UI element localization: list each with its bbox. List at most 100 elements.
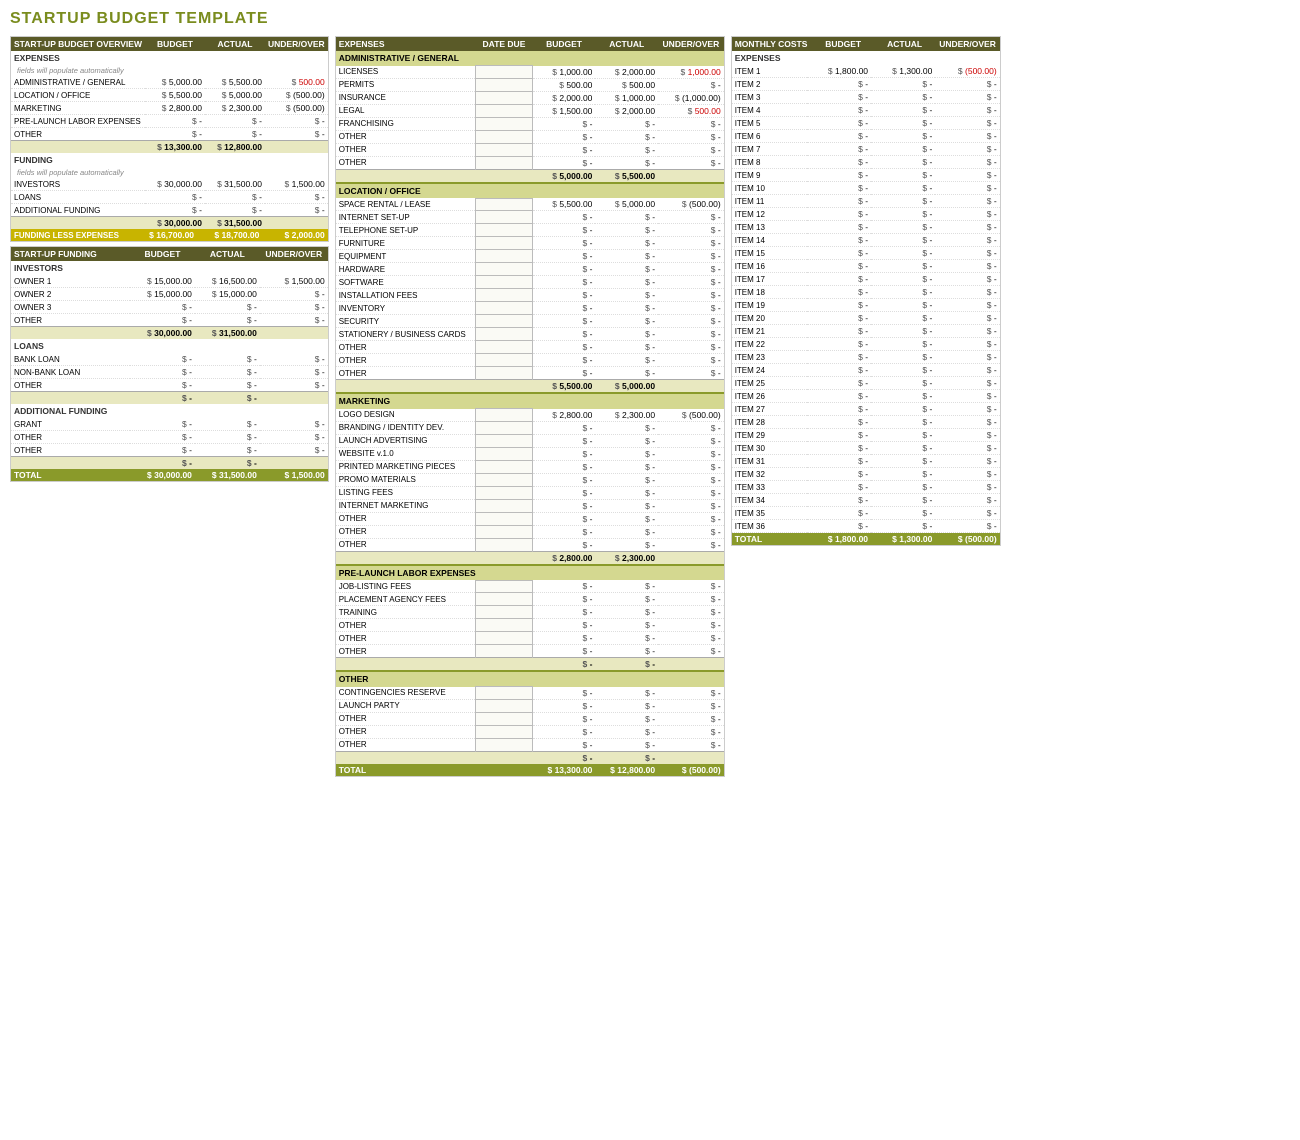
table-row: ITEM 27 $ - $ - $ - [732, 403, 1000, 416]
table-row: OTHER $ - $ - $ - [336, 538, 724, 551]
table-row: INVENTORY $ - $ - $ - [336, 302, 724, 315]
table-row: LOANS $ - $ - $ - [11, 191, 328, 204]
table-row: OTHER $ - $ - $ - [336, 341, 724, 354]
table-row: OTHER $ - $ - $ - [11, 444, 328, 457]
location-subtotal-row: $ 5,500.00 $ 5,000.00 [336, 380, 724, 394]
table-row: OTHER $ - $ - $ - [336, 645, 724, 658]
auto-populate-text: fields will populate automatically [11, 65, 328, 76]
table-row: ITEM 5 $ - $ - $ - [732, 117, 1000, 130]
table-row: ITEM 34 $ - $ - $ - [732, 494, 1000, 507]
table-row: LAUNCH ADVERTISING $ - $ - $ - [336, 434, 724, 447]
funding-less-row: FUNDING LESS EXPENSES $ 16,700.00 $ 18,7… [11, 229, 328, 241]
table-row: WEBSITE v.1.0 $ - $ - $ - [336, 447, 724, 460]
expenses-date-header: DATE DUE [475, 37, 532, 51]
table-row: OTHER $ - $ - $ - [11, 314, 328, 327]
table-row: FRANCHISING $ - $ - $ - [336, 117, 724, 130]
expenses-grand-total-row: TOTAL $ 13,300.00 $ 12,800.00 $ (500.00) [336, 764, 724, 776]
table-row: ITEM 10 $ - $ - $ - [732, 182, 1000, 195]
expenses-actual-header: ACTUAL [595, 37, 658, 51]
table-row: PROMO MATERIALS $ - $ - $ - [336, 473, 724, 486]
table-row: INTERNET MARKETING $ - $ - $ - [336, 499, 724, 512]
table-row: OTHER $ - $ - $ - [336, 619, 724, 632]
table-row: LOCATION / OFFICE $ 5,500.00 $ 5,000.00 … [11, 89, 328, 102]
overview-budget-header: BUDGET [145, 37, 205, 51]
table-row: ITEM 23 $ - $ - $ - [732, 351, 1000, 364]
location-section-header: LOCATION / OFFICE [336, 183, 724, 199]
admin-section-header: ADMINISTRATIVE / GENERAL [336, 51, 724, 66]
table-row: BRANDING / IDENTITY DEV. $ - $ - $ - [336, 421, 724, 434]
table-row: ITEM 33 $ - $ - $ - [732, 481, 1000, 494]
table-row: OTHER $ - $ - $ - [336, 512, 724, 525]
table-row: ITEM 7 $ - $ - $ - [732, 143, 1000, 156]
table-row: JOB-LISTING FEES $ - $ - $ - [336, 580, 724, 593]
table-row: PRINTED MARKETING PIECES $ - $ - $ - [336, 460, 724, 473]
monthly-budget-header: BUDGET [812, 37, 874, 51]
monthly-grand-total-row: TOTAL $ 1,800.00 $ 1,300.00 $ (500.00) [732, 533, 1000, 545]
table-row: ITEM 9 $ - $ - $ - [732, 169, 1000, 182]
funding-actual-header: ACTUAL [195, 247, 260, 261]
other-subtotal-row: $ - $ - [336, 751, 724, 764]
table-row: OTHER $ - $ - $ - [336, 156, 724, 169]
overview-title-header: START-UP BUDGET OVERVIEW [11, 37, 145, 51]
table-row: ITEM 25 $ - $ - $ - [732, 377, 1000, 390]
table-row: ITEM 20 $ - $ - $ - [732, 312, 1000, 325]
table-row: MARKETING $ 2,800.00 $ 2,300.00 $ (500.0… [11, 102, 328, 115]
table-row: ADDITIONAL FUNDING $ - $ - $ - [11, 204, 328, 217]
table-row: ITEM 18 $ - $ - $ - [732, 286, 1000, 299]
table-row: LISTING FEES $ - $ - $ - [336, 486, 724, 499]
loans-subtotal-row: $ - $ - [11, 392, 328, 405]
table-row: ITEM 15 $ - $ - $ - [732, 247, 1000, 260]
table-row: LOGO DESIGN $ 2,800.00 $ 2,300.00 $ (500… [336, 409, 724, 422]
marketing-subtotal-row: $ 2,800.00 $ 2,300.00 [336, 551, 724, 565]
table-row: ITEM 8 $ - $ - $ - [732, 156, 1000, 169]
expenses-section-label: EXPENSES [11, 51, 328, 65]
table-row: ITEM 26 $ - $ - $ - [732, 390, 1000, 403]
table-row: OTHER $ - $ - $ - [336, 354, 724, 367]
table-row: NON-BANK LOAN $ - $ - $ - [11, 366, 328, 379]
table-row: ITEM 16 $ - $ - $ - [732, 260, 1000, 273]
table-row: PERMITS $ 500.00 $ 500.00 $ - [336, 78, 724, 91]
table-row: ITEM 12 $ - $ - $ - [732, 208, 1000, 221]
funding-panel: START-UP FUNDING BUDGET ACTUAL UNDER/OVE… [10, 246, 329, 482]
overview-actual-header: ACTUAL [205, 37, 265, 51]
table-row: OTHER $ - $ - $ - [336, 738, 724, 751]
table-row: GRANT $ - $ - $ - [11, 418, 328, 431]
table-row: ITEM 13 $ - $ - $ - [732, 221, 1000, 234]
overview-under-header: UNDER/OVER [265, 37, 328, 51]
table-row: ADMINISTRATIVE / GENERAL $ 5,000.00 $ 5,… [11, 76, 328, 89]
table-row: OTHER $ - $ - $ - [336, 130, 724, 143]
expenses-budget-header: BUDGET [533, 37, 596, 51]
monthly-title-header: MONTHLY COSTS [732, 37, 813, 51]
table-row: ITEM 6 $ - $ - $ - [732, 130, 1000, 143]
funding-subtotal-row: $ 30,000.00 $ 31,500.00 [11, 217, 328, 230]
table-row: OTHER $ - $ - $ - [336, 725, 724, 738]
additional-subtotal-row: $ - $ - [11, 457, 328, 470]
funding-title-header: START-UP FUNDING [11, 247, 130, 261]
page-title: STARTUP BUDGET TEMPLATE [10, 10, 1290, 28]
investors-label: INVESTORS [11, 261, 328, 275]
table-row: INVESTORS $ 30,000.00 $ 31,500.00 $ 1,50… [11, 178, 328, 191]
table-row: ITEM 21 $ - $ - $ - [732, 325, 1000, 338]
table-row: INSURANCE $ 2,000.00 $ 1,000.00 $ (1,000… [336, 91, 724, 104]
table-row: LICENSES $ 1,000.00 $ 2,000.00 $ 1,000.0… [336, 66, 724, 79]
auto-populate-text2: fields will populate automatically [11, 167, 328, 178]
loans-label: LOANS [11, 339, 328, 353]
table-row: TELEPHONE SET-UP $ - $ - $ - [336, 224, 724, 237]
overview-panel: START-UP BUDGET OVERVIEW BUDGET ACTUAL U… [10, 36, 329, 242]
expenses-panel: EXPENSES DATE DUE BUDGET ACTUAL UNDER/OV… [335, 36, 725, 777]
table-row: OWNER 2 $ 15,000.00 $ 15,000.00 $ - [11, 288, 328, 301]
table-row: HARDWARE $ - $ - $ - [336, 263, 724, 276]
funding-under-header: UNDER/OVER [260, 247, 328, 261]
table-row: OTHER $ - $ - $ - [11, 379, 328, 392]
table-row: SPACE RENTAL / LEASE $ 5,500.00 $ 5,000.… [336, 198, 724, 211]
table-row: LAUNCH PARTY $ - $ - $ - [336, 699, 724, 712]
table-row: INSTALLATION FEES $ - $ - $ - [336, 289, 724, 302]
additional-label: ADDITIONAL FUNDING [11, 404, 328, 418]
table-row: ITEM 24 $ - $ - $ - [732, 364, 1000, 377]
table-row: ITEM 2 $ - $ - $ - [732, 78, 1000, 91]
table-row: OTHER $ - $ - $ - [336, 712, 724, 725]
monthly-panel: MONTHLY COSTS BUDGET ACTUAL UNDER/OVER E… [731, 36, 1001, 546]
table-row: ITEM 36 $ - $ - $ - [732, 520, 1000, 533]
table-row: STATIONERY / BUSINESS CARDS $ - $ - $ - [336, 328, 724, 341]
table-row: OTHER $ - $ - $ - [336, 143, 724, 156]
